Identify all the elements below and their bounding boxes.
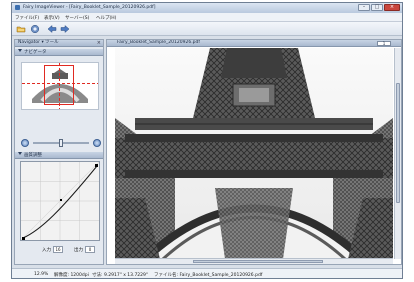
navigator-view-frame[interactable] <box>44 65 74 105</box>
menu-view[interactable]: 表示(V) <box>44 15 60 21</box>
input-label: 入力 <box>42 248 51 253</box>
navigator-thumbnail[interactable] <box>21 62 99 110</box>
tone-curve-editor[interactable] <box>20 161 100 241</box>
navigator-title: ナビゲータ <box>24 50 47 55</box>
horizontal-scroll-thumb[interactable] <box>193 260 323 263</box>
status-file: ファイル名: Fairy_Booklet_Sample_20120926.pdf <box>154 273 263 278</box>
menu-file[interactable]: ファイル(F) <box>15 15 39 21</box>
toolbar <box>12 22 402 36</box>
close-icon[interactable]: × <box>97 40 101 46</box>
viewer-tab-bar[interactable]: Fairy_Booklet_Sample_20120926.pdf 1 <box>107 40 401 47</box>
viewer-tab-label: Fairy_Booklet_Sample_20120926.pdf <box>117 40 200 45</box>
status-resolution: 解像度: 1200dpi <box>54 273 89 278</box>
app-icon <box>15 5 20 10</box>
vertical-scroll-thumb[interactable] <box>396 83 400 203</box>
collapse-triangle-icon[interactable] <box>18 152 22 155</box>
zoom-out-icon[interactable] <box>21 139 29 147</box>
vertical-scrollbar[interactable] <box>394 48 401 259</box>
window-title: Fairy ImageViewer - [Fairy_Booklet_Sampl… <box>23 5 156 10</box>
status-size: 寸法: 9.2917" x 13.7229" <box>92 273 148 278</box>
sidebar-top-bar[interactable]: Navigator ▾ ツール × <box>15 40 103 47</box>
horizontal-scrollbar[interactable] <box>115 258 393 264</box>
page-number-field[interactable]: 1 <box>377 41 391 46</box>
document-canvas[interactable] <box>115 48 393 259</box>
app-window: Fairy ImageViewer - [Fairy_Booklet_Sampl… <box>11 2 403 279</box>
view-icon[interactable] <box>30 24 40 34</box>
adjust-title: 画質調整 <box>24 153 42 158</box>
close-button[interactable]: × <box>384 4 400 11</box>
status-zoom: 12.9% <box>34 272 49 277</box>
curve-point-low <box>22 237 25 240</box>
sidebar-panel: Navigator ▾ ツール × ナビゲータ 画質調整 入力 16 出力 0 <box>14 39 104 265</box>
curve-io-row: 入力 16 出力 0 <box>20 246 102 254</box>
image-viewer: Fairy_Booklet_Sample_20120926.pdf 1 <box>106 39 402 265</box>
output-label: 出力 <box>74 248 83 253</box>
eiffel-tower-image <box>115 48 393 259</box>
curve-point-high <box>95 164 98 167</box>
menu-bar: ファイル(F) 表示(V) サーバー(S) ヘルプ(H) <box>12 13 402 22</box>
zoom-in-icon[interactable] <box>93 139 101 147</box>
title-bar[interactable]: Fairy ImageViewer - [Fairy_Booklet_Sampl… <box>12 3 402 13</box>
curve-point-mid <box>60 199 62 201</box>
menu-server[interactable]: サーバー(S) <box>65 15 89 21</box>
navigator-header[interactable]: ナビゲータ <box>15 49 103 56</box>
menu-help[interactable]: ヘルプ(H) <box>96 15 116 21</box>
zoom-slider-thumb[interactable] <box>59 139 63 147</box>
zoom-control <box>21 139 101 148</box>
open-folder-icon[interactable] <box>16 24 26 34</box>
output-value-field[interactable]: 0 <box>85 246 95 253</box>
forward-arrow-icon[interactable] <box>60 24 70 34</box>
collapse-triangle-icon[interactable] <box>18 49 22 52</box>
adjust-header[interactable]: 画質調整 <box>15 152 103 159</box>
input-value-field[interactable]: 16 <box>53 246 63 253</box>
maximize-button[interactable]: □ <box>371 4 383 11</box>
sidebar-top-bar-label: Navigator ▾ ツール <box>18 40 59 45</box>
status-bar: 12.9% 解像度: 1200dpi 寸法: 9.2917" x 13.7229… <box>12 268 402 278</box>
back-arrow-icon[interactable] <box>47 24 57 34</box>
minimize-button[interactable]: – <box>358 4 370 11</box>
